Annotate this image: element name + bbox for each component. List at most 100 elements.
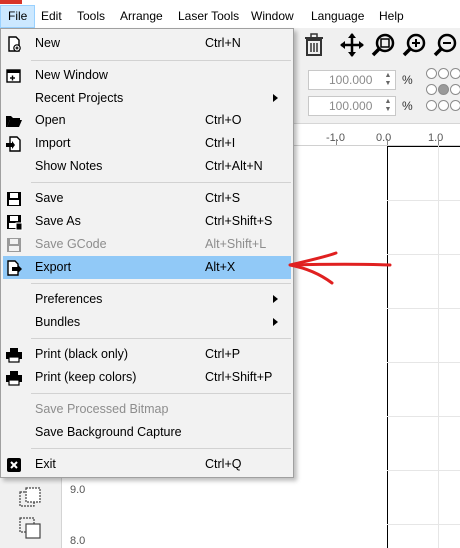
height-scale-value: 100.000 <box>329 99 373 113</box>
anchor-radio[interactable] <box>426 84 437 95</box>
menu-item-label: Export <box>35 260 72 274</box>
menu-item-recent-projects[interactable]: Recent Projects <box>3 87 291 110</box>
menu-item-label: New Window <box>35 68 108 82</box>
zoom-fit-icon[interactable] <box>370 32 396 58</box>
save-gcode-icon <box>5 236 23 254</box>
menu-item-save[interactable]: Save Ctrl+S <box>3 187 291 210</box>
group-icon[interactable] <box>18 486 42 510</box>
menu-separator <box>31 448 291 449</box>
ruler-tick <box>387 139 388 145</box>
grid-line <box>387 362 460 363</box>
anchor-radio[interactable] <box>426 68 437 79</box>
ruler-label: 8.0 <box>70 535 86 547</box>
width-scale-unit: % <box>402 73 413 87</box>
menu-item-label: Recent Projects <box>35 91 124 105</box>
ruler-top: -1.0 0.0 1.0 <box>290 124 460 146</box>
zoom-out-icon[interactable] <box>432 32 458 58</box>
menu-item-shortcut: Ctrl+Q <box>205 457 242 471</box>
ruler-tick <box>438 139 439 145</box>
menu-item-shortcut: Ctrl+Shift+P <box>205 370 273 384</box>
menu-item-bundles[interactable]: Bundles <box>3 311 291 334</box>
ruler-label: 0.0 <box>376 132 392 144</box>
anchor-radio[interactable] <box>426 100 437 111</box>
anchor-radio[interactable] <box>450 100 460 111</box>
menu-language[interactable]: Language <box>304 5 371 28</box>
anchor-radio-selected[interactable] <box>438 84 449 95</box>
ruler-label: 1.0 <box>428 132 444 144</box>
submenu-arrow-icon <box>273 94 278 102</box>
menu-item-show-notes[interactable]: Show Notes Ctrl+Alt+N <box>3 155 291 178</box>
menu-separator <box>31 393 291 394</box>
grid-line <box>387 524 460 525</box>
menu-item-export[interactable]: Export Alt+X <box>3 256 291 279</box>
anchor-radio[interactable] <box>450 68 460 79</box>
height-scale-field[interactable]: 100.000 ▲ ▼ <box>308 96 396 116</box>
menu-item-label: Save <box>35 191 64 205</box>
new-file-icon <box>5 35 23 53</box>
menu-arrange[interactable]: Arrange <box>113 5 170 28</box>
save-icon <box>5 190 23 208</box>
folder-open-icon <box>5 112 23 130</box>
menu-item-new-window[interactable]: New Window <box>3 64 291 87</box>
submenu-arrow-icon <box>273 295 278 303</box>
spin-arrows-icon[interactable]: ▲ ▼ <box>383 98 393 114</box>
height-scale-unit: % <box>402 99 413 113</box>
menu-item-label: Bundles <box>35 315 81 329</box>
left-tool-panel <box>0 478 62 548</box>
save-as-icon <box>5 213 23 231</box>
menu-item-preferences[interactable]: Preferences <box>3 288 291 311</box>
menu-item-import[interactable]: Import Ctrl+I <box>3 132 291 155</box>
menu-item-label: Import <box>35 136 71 150</box>
menu-item-print-colors[interactable]: Print (keep colors) Ctrl+Shift+P <box>3 366 291 389</box>
menu-item-label: Print (black only) <box>35 347 129 361</box>
menu-item-shortcut: Ctrl+P <box>205 347 241 361</box>
menu-item-label: Exit <box>35 457 56 471</box>
menu-item-shortcut: Ctrl+Shift+S <box>205 214 273 228</box>
menu-item-exit[interactable]: Exit Ctrl+Q <box>3 453 291 476</box>
anchor-radio[interactable] <box>438 100 449 111</box>
menu-item-print-black[interactable]: Print (black only) Ctrl+P <box>3 343 291 366</box>
export-icon <box>5 259 23 277</box>
spin-arrows-icon[interactable]: ▲ ▼ <box>383 72 393 88</box>
menu-item-shortcut: Alt+Shift+L <box>205 237 267 251</box>
annotation-arrow-icon <box>288 251 392 285</box>
grid-line <box>387 254 460 255</box>
submenu-arrow-icon <box>273 318 278 326</box>
menu-bar: File Edit Tools Arrange Laser Tools Wind… <box>0 5 460 28</box>
menu-item-shortcut: Ctrl+O <box>205 113 242 127</box>
zoom-in-icon[interactable] <box>401 32 427 58</box>
grid-line <box>387 308 460 309</box>
menu-item-open[interactable]: Open Ctrl+O <box>3 109 291 132</box>
grid-line <box>387 416 460 417</box>
menu-item-save-as[interactable]: Save As Ctrl+Shift+S <box>3 210 291 233</box>
move-icon[interactable] <box>339 32 365 58</box>
menu-item-label: Save Processed Bitmap <box>35 402 169 416</box>
trash-icon[interactable] <box>301 32 327 58</box>
anchor-radio[interactable] <box>438 68 449 79</box>
menu-item-new[interactable]: New Ctrl+N <box>3 32 291 55</box>
menu-item-shortcut: Alt+X <box>205 260 236 274</box>
menu-window[interactable]: Window <box>244 5 301 28</box>
file-menu-dropdown: New Ctrl+N New Window Recent Projects Op… <box>0 28 294 478</box>
menu-laser-tools[interactable]: Laser Tools <box>171 5 246 28</box>
ungroup-icon[interactable] <box>18 516 42 540</box>
menu-edit[interactable]: Edit <box>34 5 69 28</box>
menu-item-label: Preferences <box>35 292 103 306</box>
anchor-radio[interactable] <box>450 84 460 95</box>
ruler-label: 9.0 <box>70 484 86 496</box>
menu-separator <box>31 338 291 339</box>
menu-item-save-background-capture[interactable]: Save Background Capture <box>3 421 291 444</box>
printer-icon <box>5 369 23 387</box>
width-scale-field[interactable]: 100.000 ▲ ▼ <box>308 70 396 90</box>
menu-tools[interactable]: Tools <box>70 5 112 28</box>
menu-item-shortcut: Ctrl+N <box>205 36 241 50</box>
work-area[interactable] <box>387 146 460 548</box>
menu-item-label: Save Background Capture <box>35 425 182 439</box>
grid-line <box>387 470 460 471</box>
menu-file[interactable]: File <box>0 5 36 28</box>
menu-help[interactable]: Help <box>372 5 411 28</box>
anchor-point-grid <box>424 66 460 120</box>
menu-item-label: Print (keep colors) <box>35 370 137 384</box>
printer-icon <box>5 346 23 364</box>
menu-item-label: Save As <box>35 214 81 228</box>
